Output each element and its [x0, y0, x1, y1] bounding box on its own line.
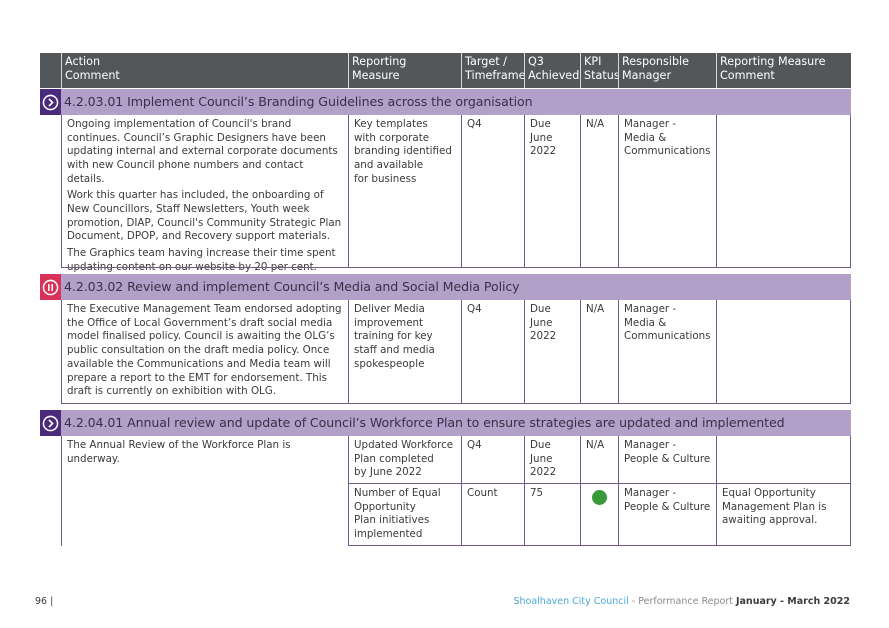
measure-comment: Equal Opportunity Management Plan is awa…	[722, 487, 827, 527]
header-measure-comment: Reporting Measure Comment	[716, 53, 851, 88]
footer-report-label: - Performance Report	[628, 596, 736, 607]
section-header: 4.2.04.01 Annual review and update of Co…	[40, 410, 851, 436]
kpi-status: N/A	[586, 439, 605, 451]
page-number: 96 |	[35, 596, 54, 607]
q3-achieved: 75	[530, 487, 544, 499]
table-row: The Executive Management Team endorsed a…	[40, 300, 851, 404]
action-comment: Ongoing implementation of Council's bran…	[67, 118, 342, 273]
header-q3-achieved: Q3 Achieved	[524, 53, 580, 88]
footer-period: January - March 2022	[735, 596, 850, 607]
action-table: Action Comment Reporting Measure Target / T…	[40, 53, 851, 546]
reporting-measure: Key templates with corporate branding id…	[354, 118, 452, 185]
reporting-measure: Deliver Media improvement training for k…	[354, 303, 435, 370]
section-title: 4.2.04.01 Annual review and update of Co…	[64, 415, 785, 430]
page-footer: Shoalhaven City Council - Performance Re…	[513, 596, 850, 607]
chevron-right-circle-icon	[42, 94, 59, 110]
responsible-manager: Manager - Media & Communications	[624, 118, 711, 158]
q3-achieved: Due June 2022	[530, 118, 557, 158]
reporting-measure: Updated Workforce Plan completed by June…	[354, 439, 454, 479]
target-timeframe: Q4	[467, 118, 482, 130]
target-timeframe: Q4	[467, 303, 482, 315]
footer-organisation: Shoalhaven City Council	[513, 596, 629, 607]
section-title: 4.2.03.01 Implement Council’s Branding G…	[64, 94, 533, 109]
section-header: 4.2.03.01 Implement Council’s Branding G…	[40, 89, 851, 115]
chevron-right-circle-icon	[42, 415, 59, 431]
table-row: Ongoing implementation of Council's bran…	[40, 115, 851, 273]
status-on-track-badge	[40, 89, 61, 115]
section-title: 4.2.03.02 Review and implement Council’s…	[64, 279, 520, 294]
header-kpi-status: KPI Status	[580, 53, 620, 88]
status-on-track-badge	[40, 410, 61, 436]
kpi-status: N/A	[586, 118, 605, 130]
status-paused-badge	[40, 274, 61, 300]
reporting-measure: Number of Equal Opportunity Plan initiat…	[354, 487, 441, 541]
measure-row: Number of Equal Opportunity Plan initiat…	[348, 484, 851, 546]
action-comment: The Executive Management Team endorsed a…	[67, 303, 342, 398]
pause-circle-icon	[42, 279, 59, 295]
measure-comment	[717, 300, 850, 404]
target-timeframe: Count	[467, 487, 498, 499]
q3-achieved: Due June 2022	[530, 303, 557, 343]
measure-comment	[717, 436, 850, 484]
action-comment: The Annual Review of the Workforce Plan …	[67, 439, 291, 465]
target-timeframe: Q4	[467, 439, 482, 451]
responsible-manager: Manager - People & Culture	[624, 487, 711, 513]
header-status-col	[40, 53, 61, 88]
header-reporting-measure: Reporting Measure	[348, 53, 461, 88]
measure-row: Updated Workforce Plan completed by June…	[348, 436, 851, 484]
header-action-comment: Action Comment	[61, 53, 348, 88]
kpi-status	[581, 484, 618, 546]
measure-comment	[717, 115, 850, 268]
header-target-timeframe: Target / Timeframe	[461, 53, 526, 88]
header-responsible-manager: Responsible Manager	[618, 53, 716, 88]
q3-achieved: Due June 2022	[530, 439, 557, 479]
responsible-manager: Manager - People & Culture	[624, 439, 711, 465]
table-header: Action Comment Reporting Measure Target / T…	[40, 53, 851, 88]
kpi-status: N/A	[586, 303, 605, 315]
responsible-manager: Manager - Media & Communications	[624, 303, 711, 343]
kpi-green-status-icon	[592, 490, 607, 505]
table-row: The Annual Review of the Workforce Plan …	[40, 436, 851, 546]
section-header: 4.2.03.02 Review and implement Council’s…	[40, 274, 851, 300]
